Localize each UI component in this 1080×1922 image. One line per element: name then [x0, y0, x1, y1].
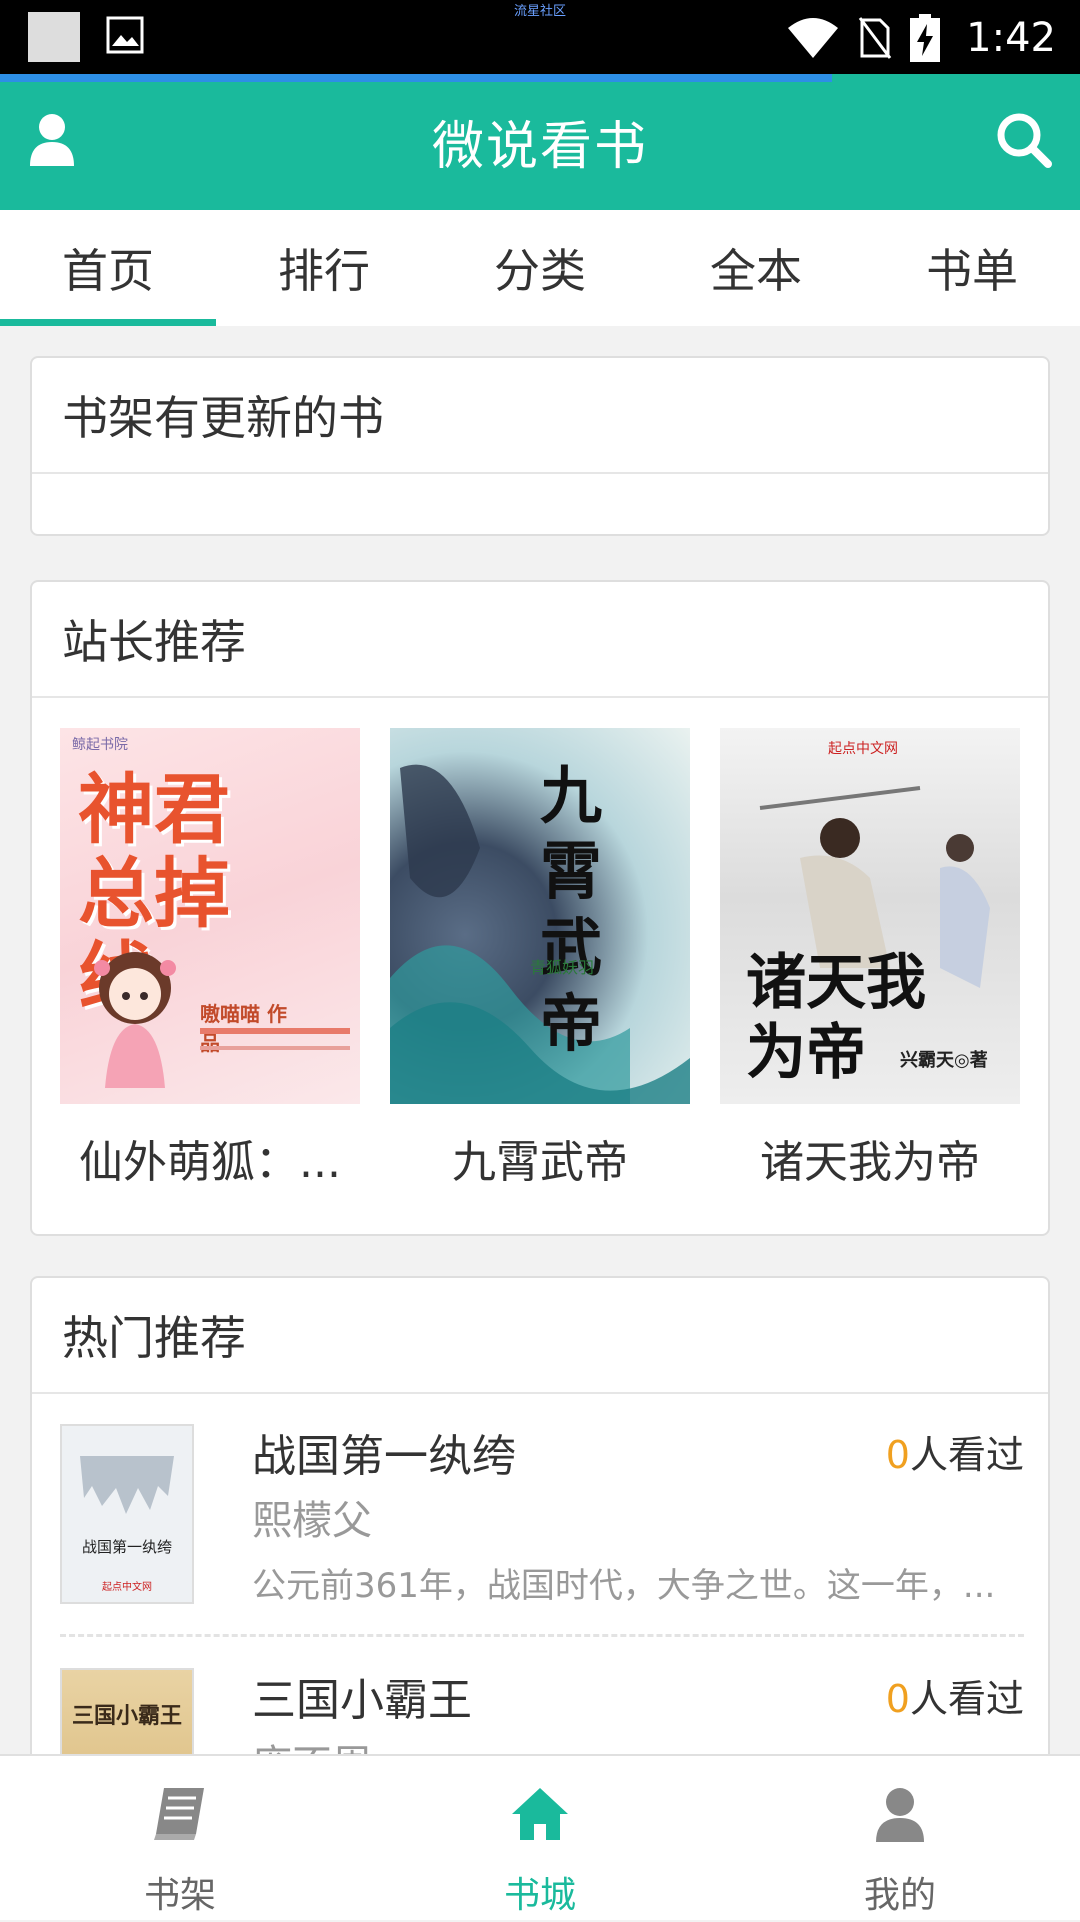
battery-charging-icon [910, 14, 941, 62]
book-cover[interactable]: 九霄武帝 青狐妖羽 [390, 728, 690, 1104]
app-title: 微说看书 [431, 117, 648, 177]
page-load-progress-fill [0, 74, 832, 82]
editor-picks-title: 站长推荐 [32, 582, 1048, 698]
hot-book-author: 熙檬父 [252, 1498, 372, 1544]
nav-mine[interactable]: 我的 [720, 1756, 1080, 1922]
book-card[interactable]: 鲸起书院 神君总掉线 嗷喵喵 作品 [60, 728, 360, 1190]
person-icon [876, 1788, 924, 1842]
cover-author: 青狐妖羽 [530, 958, 595, 977]
main-content[interactable]: 书架有更新的书 站长推荐 鲸起书院 神君总掉线 [0, 326, 1080, 1754]
tab-category[interactable]: 分类 [432, 210, 648, 326]
hot-picks-card: 热门推荐 战国第一纨绔 起点中文网 战国第一纨绔 0人看过 熙檬父 公元前361… [30, 1276, 1050, 1754]
tab-complete[interactable]: 全本 [648, 210, 864, 326]
book-cover[interactable]: 三国小霸王 [60, 1668, 194, 1754]
hot-book-title[interactable]: 三国小霸王 [252, 1664, 472, 1728]
tab-booklist[interactable]: 书单 [864, 210, 1080, 326]
book-card[interactable]: 九霄武帝 青狐妖羽 九霄武帝 [390, 728, 690, 1190]
cover-author: 兴霸天◎著 [900, 1050, 988, 1071]
cover-title: 战国第一纨绔 [81, 1538, 172, 1556]
book-cover[interactable]: 鲸起书院 神君总掉线 嗷喵喵 作品 [60, 728, 360, 1104]
view-count-number: 0 [885, 1433, 910, 1477]
hot-book-title[interactable]: 战国第一纨绔 [252, 1420, 516, 1484]
nav-bookshelf-label: 书架 [143, 1875, 216, 1916]
notification-square-icon [28, 12, 80, 62]
home-icon [512, 1788, 568, 1840]
clock: 1:42 [966, 15, 1056, 61]
book-title[interactable]: 九霄武帝 [390, 1126, 690, 1190]
cover-ice-illustration [80, 1456, 174, 1514]
hot-book-author: 庞不周 [252, 1732, 372, 1754]
book-title[interactable]: 仙外萌狐：... [60, 1126, 360, 1190]
tab-home[interactable]: 首页 [0, 210, 216, 326]
hot-picks-title: 热门推荐 [32, 1278, 1048, 1394]
list-item[interactable]: 战国第一纨绔 起点中文网 战国第一纨绔 0人看过 熙檬父 公元前361年，战国时… [60, 1424, 1024, 1608]
bottom-navigation: 书架 书城 我的 [0, 1754, 1080, 1920]
category-tabs: 首页 排行 分类 全本 书单 [0, 210, 1080, 326]
status-bar: 流星社区 1:42 [0, 0, 1080, 74]
page-load-progress [0, 74, 1080, 82]
view-count-suffix: 人看过 [909, 1433, 1024, 1477]
cover-title: 九霄武帝 [540, 759, 603, 1060]
book-icon [154, 1788, 204, 1840]
image-notification-icon [106, 16, 144, 54]
book-cover[interactable]: 起点中文网 诸天我为帝 兴霸天◎著 [720, 728, 1020, 1104]
divider [60, 1634, 1024, 1637]
nav-mine-label: 我的 [863, 1875, 936, 1916]
editor-picks-card: 站长推荐 鲸起书院 神君总掉线 [30, 580, 1050, 1236]
view-count-suffix: 人看过 [909, 1677, 1024, 1721]
nav-bookstore[interactable]: 书城 [360, 1756, 720, 1922]
shelf-updates-title: 书架有更新的书 [32, 358, 1048, 474]
no-sim-icon [858, 17, 892, 59]
tab-ranking[interactable]: 排行 [216, 210, 432, 326]
cover-title: 三国小霸王 [71, 1703, 182, 1729]
list-item[interactable]: 三国小霸王 三国小霸王 0人看过 庞不周 [60, 1668, 1024, 1754]
book-card[interactable]: 起点中文网 诸天我为帝 兴霸天◎著 诸天我为帝 [720, 728, 1020, 1190]
cover-publisher: 起点中文网 [102, 1582, 152, 1593]
view-count: 0人看过 [886, 1668, 1024, 1723]
view-count: 0人看过 [886, 1424, 1024, 1479]
editor-picks-list: 鲸起书院 神君总掉线 嗷喵喵 作品 [60, 728, 1020, 1190]
book-title[interactable]: 诸天我为帝 [720, 1126, 1020, 1190]
wifi-icon [788, 18, 839, 58]
cover-publisher: 鲸起书院 [72, 737, 128, 753]
cover-girl-illustration [94, 952, 176, 1088]
app-bar: 微说看书 [0, 74, 1080, 210]
nav-bookshelf[interactable]: 书架 [0, 1756, 360, 1922]
shelf-updates-card: 书架有更新的书 [30, 356, 1050, 536]
book-cover[interactable]: 战国第一纨绔 起点中文网 [60, 1424, 194, 1604]
hot-book-description: 公元前361年，战国时代，大争之世。这一年，... [252, 1566, 996, 1606]
view-count-number: 0 [885, 1677, 910, 1721]
nav-bookstore-label: 书城 [503, 1875, 576, 1916]
search-icon[interactable] [994, 110, 1054, 170]
